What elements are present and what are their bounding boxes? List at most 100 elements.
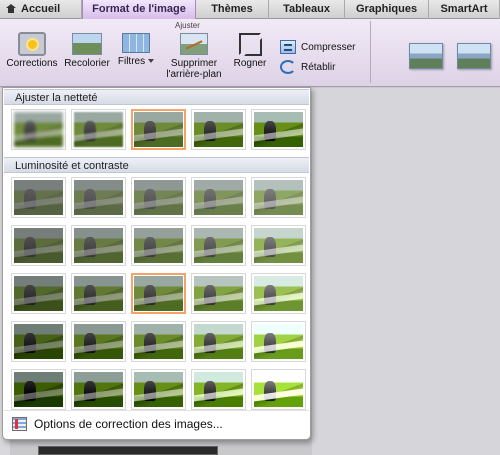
sharpness-option[interactable] [191, 109, 246, 150]
brightness-contrast-option[interactable] [191, 369, 246, 410]
brightness-contrast-option[interactable] [251, 177, 306, 218]
recolor-button[interactable]: Recolorier [62, 33, 112, 69]
recolor-icon [72, 33, 102, 55]
tab-home-label: Accueil [21, 3, 61, 15]
brightness-contrast-option[interactable] [251, 225, 306, 266]
preview-image [74, 324, 123, 359]
brightness-contrast-option[interactable] [11, 177, 66, 218]
corrections-button[interactable]: Corrections [6, 32, 58, 69]
preview-image [134, 372, 183, 407]
tab-home[interactable]: Accueil [0, 0, 82, 19]
preview-image [254, 112, 303, 147]
preview-image [74, 112, 123, 147]
brightness-contrast-option[interactable] [131, 177, 186, 218]
brightness-contrast-option[interactable] [131, 321, 186, 362]
brightness-contrast-option[interactable] [251, 369, 306, 410]
reset-button[interactable]: Rétablir [280, 60, 335, 74]
preview-image [194, 112, 243, 147]
correction-options-label: Options de correction des images... [34, 416, 223, 431]
slide-thumbnail-strip [38, 446, 218, 455]
correction-options-icon [12, 416, 27, 431]
brightness-contrast-option[interactable] [71, 321, 126, 362]
recolor-label: Recolorier [64, 58, 110, 69]
brightness-grid [11, 177, 306, 410]
ribbon-tab-bar: Accueil Format de l'image Thèmes Tableau… [0, 0, 500, 19]
preview-image [134, 112, 183, 147]
remove-background-icon [180, 33, 208, 55]
remove-background-label-line2: l'arrière-plan [166, 69, 222, 80]
document-canvas [312, 88, 500, 455]
brightness-contrast-option[interactable] [71, 225, 126, 266]
tab-charts[interactable]: Graphiques [345, 0, 429, 19]
compress-icon [280, 40, 296, 54]
corrections-label: Corrections [6, 58, 58, 69]
brightness-contrast-option[interactable] [191, 225, 246, 266]
sharpness-option[interactable] [71, 109, 126, 150]
brightness-contrast-option[interactable] [251, 273, 306, 314]
home-icon [6, 4, 16, 13]
sharpness-option[interactable] [251, 109, 306, 150]
brightness-contrast-option[interactable] [191, 321, 246, 362]
preview-image [194, 372, 243, 407]
sharpness-grid [11, 109, 306, 150]
preview-image [74, 372, 123, 407]
preview-image [14, 276, 63, 311]
brightness-contrast-option[interactable] [131, 369, 186, 410]
preview-image [194, 276, 243, 311]
correction-options-item[interactable]: Options de correction des images... [4, 410, 309, 436]
corrections-icon [18, 32, 46, 56]
tab-format-image[interactable]: Format de l'image [82, 0, 196, 19]
preview-image [194, 324, 243, 359]
brightness-contrast-option[interactable] [71, 273, 126, 314]
picture-style-2[interactable] [457, 43, 491, 69]
preview-image [134, 276, 183, 311]
brightness-contrast-option[interactable] [71, 177, 126, 218]
filters-button[interactable]: Filtres [116, 33, 156, 67]
brightness-contrast-option[interactable] [131, 273, 186, 314]
compress-label: Compresser [301, 41, 356, 53]
preview-image [134, 228, 183, 263]
preview-image [254, 324, 303, 359]
brightness-contrast-option[interactable] [11, 369, 66, 410]
filters-icon [122, 33, 150, 53]
preview-image [254, 180, 303, 215]
brightness-heading: Luminosité et contraste [4, 157, 309, 173]
reset-label: Rétablir [301, 61, 336, 73]
preview-image [194, 228, 243, 263]
tab-themes[interactable]: Thèmes [196, 0, 269, 19]
reset-icon [280, 60, 296, 74]
preview-image [14, 112, 63, 147]
preview-image [194, 180, 243, 215]
brightness-contrast-option[interactable] [11, 273, 66, 314]
compress-button[interactable]: Compresser [280, 40, 355, 54]
brightness-contrast-option[interactable] [71, 369, 126, 410]
remove-background-label-line1: Supprimer [170, 58, 218, 69]
filters-label: Filtres [117, 56, 146, 67]
preview-image [254, 276, 303, 311]
group-separator [370, 21, 371, 83]
crop-label: Rogner [233, 58, 267, 69]
adjust-group-label: Ajuster [175, 21, 200, 30]
preview-image [14, 324, 63, 359]
chevron-down-icon [148, 59, 155, 64]
remove-background-button[interactable]: Supprimer l'arrière-plan [162, 33, 226, 80]
picture-style-1[interactable] [409, 43, 443, 69]
brightness-contrast-option[interactable] [191, 177, 246, 218]
preview-image [74, 180, 123, 215]
preview-image [134, 180, 183, 215]
tab-tables[interactable]: Tableaux [269, 0, 345, 19]
brightness-contrast-option[interactable] [251, 321, 306, 362]
sharpness-option[interactable] [11, 109, 66, 150]
corrections-gallery: Ajuster la netteté Luminosité et contras… [2, 87, 311, 440]
preview-image [74, 228, 123, 263]
crop-button[interactable]: Rogner [230, 33, 270, 69]
preview-image [14, 228, 63, 263]
sharpness-option[interactable] [131, 109, 186, 150]
brightness-contrast-option[interactable] [11, 321, 66, 362]
ribbon: Ajuster Corrections Recolorier Filtres S… [0, 19, 500, 87]
preview-image [74, 276, 123, 311]
brightness-contrast-option[interactable] [191, 273, 246, 314]
brightness-contrast-option[interactable] [11, 225, 66, 266]
tab-smartart[interactable]: SmartArt [429, 0, 500, 19]
brightness-contrast-option[interactable] [131, 225, 186, 266]
